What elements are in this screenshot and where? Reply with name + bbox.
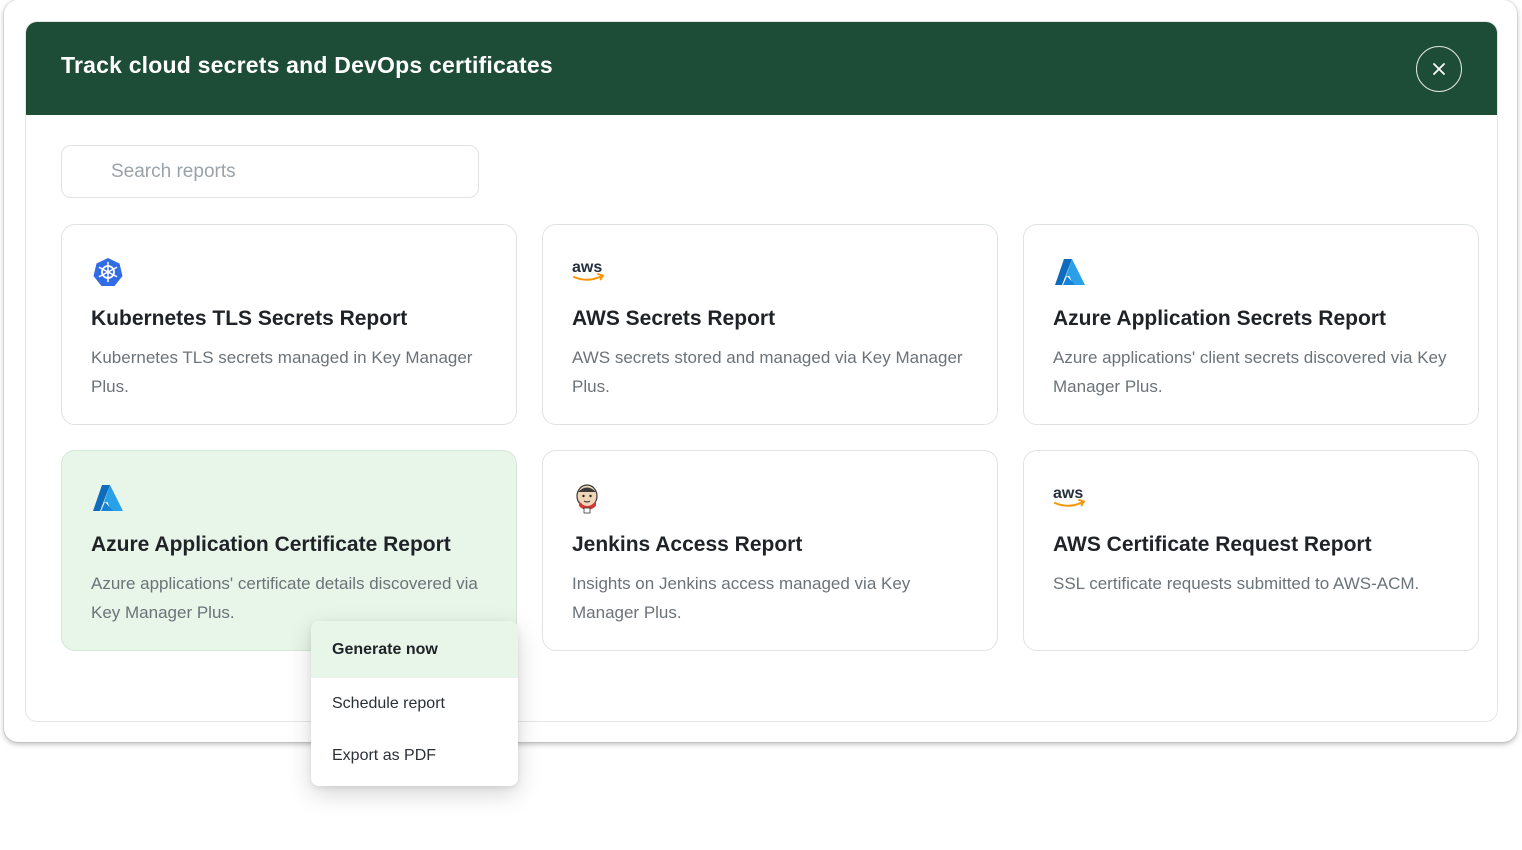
card-description: Azure applications' certificate details … [91, 574, 478, 622]
close-icon [1433, 63, 1445, 75]
card-title: Azure Application Certificate Report [91, 533, 451, 556]
jenkins-icon [576, 484, 598, 514]
menu-item-generate-now[interactable]: Generate now [311, 621, 518, 678]
menu-item-export-pdf[interactable]: Export as PDF [311, 730, 518, 782]
menu-item-schedule-report[interactable]: Schedule report [311, 678, 518, 730]
report-card-jenkins-access[interactable]: Jenkins Access Report Insights on Jenkin… [542, 450, 998, 651]
card-description: AWS secrets stored and managed via Key M… [572, 348, 963, 396]
report-card-azure-secrets[interactable]: Azure Application Secrets Report Azure a… [1023, 224, 1479, 425]
search-box[interactable] [61, 145, 479, 198]
aws-icon: aws [572, 259, 605, 281]
card-title: AWS Secrets Report [572, 307, 776, 330]
close-button[interactable] [1416, 46, 1462, 92]
card-description: Azure applications' client secrets disco… [1053, 348, 1447, 396]
dialog-title: Track cloud secrets and DevOps certifica… [61, 52, 553, 78]
azure-icon [1055, 259, 1085, 285]
card-title: Azure Application Secrets Report [1053, 307, 1386, 330]
aws-icon: aws [1053, 485, 1086, 507]
card-description: SSL certificate requests submitted to AW… [1053, 574, 1420, 593]
kubernetes-icon [93, 258, 123, 286]
report-context-menu: Generate now Schedule report Export as P… [311, 621, 518, 786]
card-description: Insights on Jenkins access managed via K… [572, 574, 911, 622]
report-card-aws-secrets[interactable]: aws AWS Secrets Report AWS secrets store… [542, 224, 998, 425]
card-title: Jenkins Access Report [572, 533, 803, 556]
reports-dialog: Track cloud secrets and DevOps certifica… [25, 21, 1498, 722]
card-description: Kubernetes TLS secrets managed in Key Ma… [91, 348, 473, 396]
card-title: AWS Certificate Request Report [1053, 533, 1372, 556]
report-card-aws-certificate-request[interactable]: aws AWS Certificate Request Report SSL c… [1023, 450, 1479, 651]
search-input[interactable] [109, 159, 453, 184]
azure-icon [93, 485, 123, 511]
card-title: Kubernetes TLS Secrets Report [91, 307, 408, 330]
report-card-kubernetes-tls[interactable]: Kubernetes TLS Secrets Report Kubernetes… [61, 224, 517, 425]
dialog-header: Track cloud secrets and DevOps certifica… [26, 22, 1497, 115]
